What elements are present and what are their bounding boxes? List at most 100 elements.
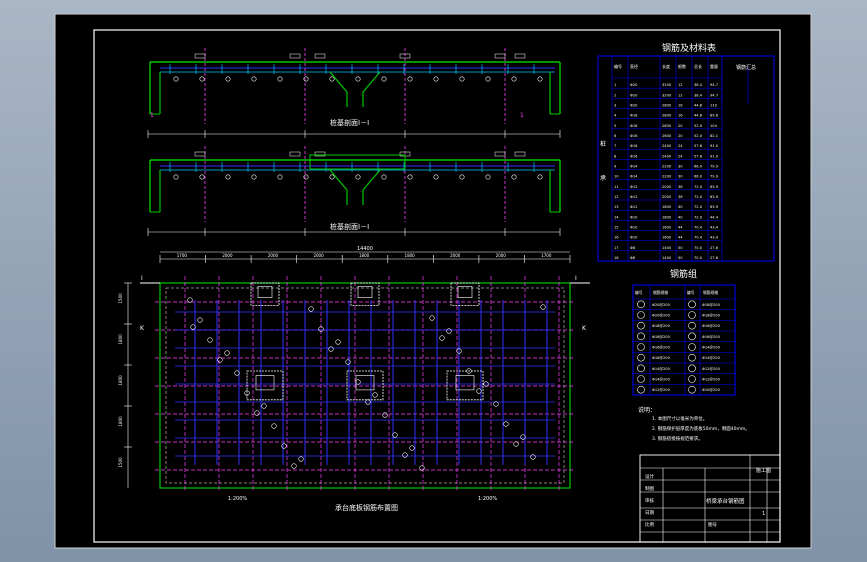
table-cell: 12 <box>678 83 683 87</box>
title-block-cell-2: 制图 <box>645 485 654 492</box>
table-cell: 44 <box>678 226 683 230</box>
side-dim-label: 1500 <box>118 457 123 468</box>
plan-section-mark-right: I <box>575 275 577 282</box>
section1-label-left: 1 <box>150 112 154 119</box>
legend-cell: Φ12@200 <box>702 367 721 371</box>
table-cell: Φ14 <box>630 165 638 169</box>
title-block-cell-6: 图号 <box>708 522 717 528</box>
legend-cell: Φ14@200 <box>652 378 671 382</box>
segment-dim-label: 1700 <box>177 253 188 258</box>
table-cell: Φ20 <box>630 104 638 108</box>
table-cell: 14 <box>614 215 619 219</box>
table-cell: 70.4 <box>694 236 703 240</box>
table-cell: 70.0 <box>694 256 703 260</box>
table-cell: Φ18 <box>630 114 638 118</box>
segment-dim-label: 1800 <box>405 253 416 258</box>
table-cell: 2600 <box>662 134 672 138</box>
note-line-1: 1. 本图尺寸以毫米为单位。 <box>652 415 707 422</box>
side-dim-label: 1800 <box>118 334 123 345</box>
table-cell: 27.6 <box>710 246 719 250</box>
table-cell: 3200 <box>662 83 672 87</box>
table-cell: 72.0 <box>694 205 703 209</box>
table-cell: 72.0 <box>694 195 703 199</box>
table-cell: 1800 <box>662 205 672 209</box>
table-cell: 1 <box>614 83 616 87</box>
table-cell: 15 <box>614 226 619 230</box>
table-cell: 36 <box>678 185 683 189</box>
title-block-sheet: 1 <box>762 511 765 517</box>
table-cell: 40 <box>678 215 683 219</box>
section2-title: 桩基剖面I－I <box>330 222 369 231</box>
table-header: 总长 <box>694 63 702 69</box>
table-cell: Φ16 <box>630 144 638 148</box>
segment-dim-label: 1700 <box>541 253 552 258</box>
title-block-cell-4: 日期 <box>645 510 654 516</box>
table-cell: Φ10 <box>630 226 638 230</box>
table-cell: 5 <box>614 124 616 128</box>
rebar-table-group-1: 桩 <box>600 140 606 148</box>
table-cell: 52.0 <box>694 124 703 128</box>
note-line-3: 3. 钢筋搭接按规范要求。 <box>652 435 703 442</box>
table-cell: 16 <box>678 104 683 108</box>
table-cell: 63.9 <box>710 185 719 189</box>
table-header: 直径 <box>630 63 638 69</box>
table-cell: Φ12 <box>630 185 637 189</box>
title-block-cell-7: 施工图 <box>756 467 771 474</box>
table-cell: 52.0 <box>694 134 703 138</box>
table-cell: 50 <box>678 256 683 260</box>
table-cell: 2400 <box>662 144 672 148</box>
table-cell: Φ14 <box>630 175 638 179</box>
table-cell: 38.4 <box>694 93 703 97</box>
segment-dim-label: 2000 <box>450 253 461 258</box>
table-header: 重量 <box>710 63 718 69</box>
table-cell: 16 <box>678 114 683 118</box>
table-cell: 82.1 <box>710 134 718 138</box>
table-cell: 1600 <box>662 236 672 240</box>
table-cell: 12 <box>678 93 683 97</box>
table-cell: 57.6 <box>694 154 703 158</box>
section1-label-right: 1 <box>520 112 524 119</box>
table-cell: 44.8 <box>694 114 703 118</box>
table-cell: 2800 <box>662 114 672 118</box>
table-cell: Φ16 <box>630 134 638 138</box>
table-cell: Φ10 <box>630 215 638 219</box>
table-cell: 44.4 <box>710 215 719 219</box>
table-cell: Φ8 <box>630 246 636 250</box>
table-cell: 89.6 <box>710 114 719 118</box>
side-dim-label: 1500 <box>118 293 123 304</box>
legend-cell: Φ14@200 <box>702 356 721 360</box>
table-cell: 11 <box>614 185 619 189</box>
legend-table-title: 钢筋组 <box>670 268 697 280</box>
plan-section-mark-left: I <box>141 275 143 282</box>
legend-header: 钢筋规格 <box>703 290 718 295</box>
legend-cell: Φ18@200 <box>652 324 671 328</box>
table-cell: 44 <box>678 236 683 240</box>
title-block-cell-3: 审核 <box>645 497 654 504</box>
legend-cell: Φ16@200 <box>652 346 671 350</box>
legend-header: 编号 <box>687 290 695 295</box>
table-cell: 91.0 <box>710 144 719 148</box>
table-header: 根数 <box>678 63 686 69</box>
table-cell: 63.9 <box>710 205 719 209</box>
section1-title: 桩基剖面I－I <box>330 118 369 127</box>
table-cell: 66.0 <box>694 175 703 179</box>
table-cell: 1400 <box>662 256 672 260</box>
table-cell: 57.6 <box>694 144 703 148</box>
legend-cell: Φ16@200 <box>702 335 721 339</box>
title-block-cell-1: 设计 <box>645 473 654 480</box>
table-cell: 2800 <box>662 104 672 108</box>
table-cell: 94.7 <box>710 83 718 87</box>
legend-cell: Φ14@200 <box>652 367 671 371</box>
notes-title: 说明： <box>638 406 656 414</box>
table-cell: 72.0 <box>694 185 703 189</box>
table-cell: 110 <box>710 104 718 108</box>
table-cell: 1800 <box>662 215 672 219</box>
table-cell: 72.0 <box>694 215 703 219</box>
table-cell: 79.9 <box>710 165 719 169</box>
table-cell: 50 <box>678 246 683 250</box>
legend-cell: Φ10@200 <box>702 388 721 392</box>
table-cell: 3 <box>614 104 616 108</box>
segment-dim-label: 2000 <box>496 253 507 258</box>
table-cell: 66.0 <box>694 165 703 169</box>
table-cell: 36 <box>678 195 683 199</box>
